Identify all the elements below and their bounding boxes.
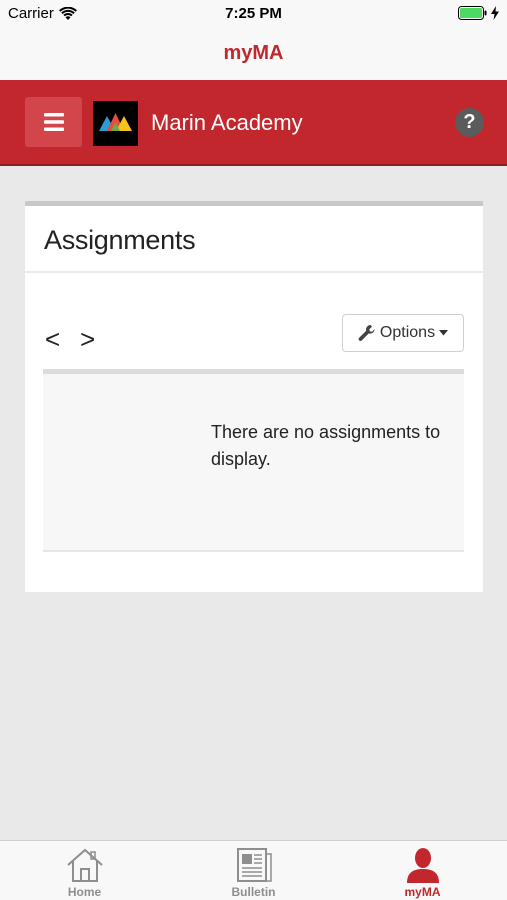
battery-icon [458, 6, 487, 20]
empty-state-message: There are no assignments to display. [211, 422, 441, 469]
assignments-list: There are no assignments to display. [43, 369, 464, 552]
tab-bulletin[interactable]: Bulletin [169, 841, 338, 900]
app-header: Marin Academy ? [0, 80, 507, 166]
battery-indicator [458, 6, 499, 20]
person-icon [406, 848, 439, 883]
caret-down-icon [439, 330, 449, 336]
hamburger-icon [43, 113, 64, 131]
tab-home[interactable]: Home [0, 841, 169, 900]
card-title: Assignments [44, 225, 196, 255]
navigation-bar: myMA [0, 28, 507, 80]
school-name: Marin Academy [151, 110, 303, 135]
status-bar: Carrier 7:25 PM [0, 0, 507, 28]
nav-title: myMA [223, 42, 284, 64]
triangles-logo-icon [99, 113, 132, 131]
menu-button[interactable] [25, 97, 82, 147]
help-icon: ? [463, 111, 476, 133]
help-button[interactable]: ? [455, 108, 484, 137]
tab-myma-label: myMA [404, 885, 441, 899]
next-button[interactable]: > [80, 324, 95, 355]
home-icon [66, 848, 103, 882]
wrench-icon [358, 325, 375, 341]
school-logo[interactable] [93, 101, 138, 146]
charging-bolt-icon [491, 6, 499, 20]
tab-bulletin-label: Bulletin [231, 885, 276, 899]
newspaper-icon [236, 848, 272, 882]
previous-button[interactable]: < [45, 324, 60, 355]
assignments-card: Assignments < > Options There are no ass… [25, 201, 483, 592]
card-divider [25, 271, 483, 273]
options-label: Options [379, 324, 436, 341]
tab-bar: Home Bulletin myMA [0, 840, 507, 900]
tab-home-label: Home [67, 885, 102, 899]
tab-myma[interactable]: myMA [338, 841, 507, 900]
options-button[interactable]: Options [342, 314, 464, 352]
status-time: 7:25 PM [225, 5, 282, 22]
